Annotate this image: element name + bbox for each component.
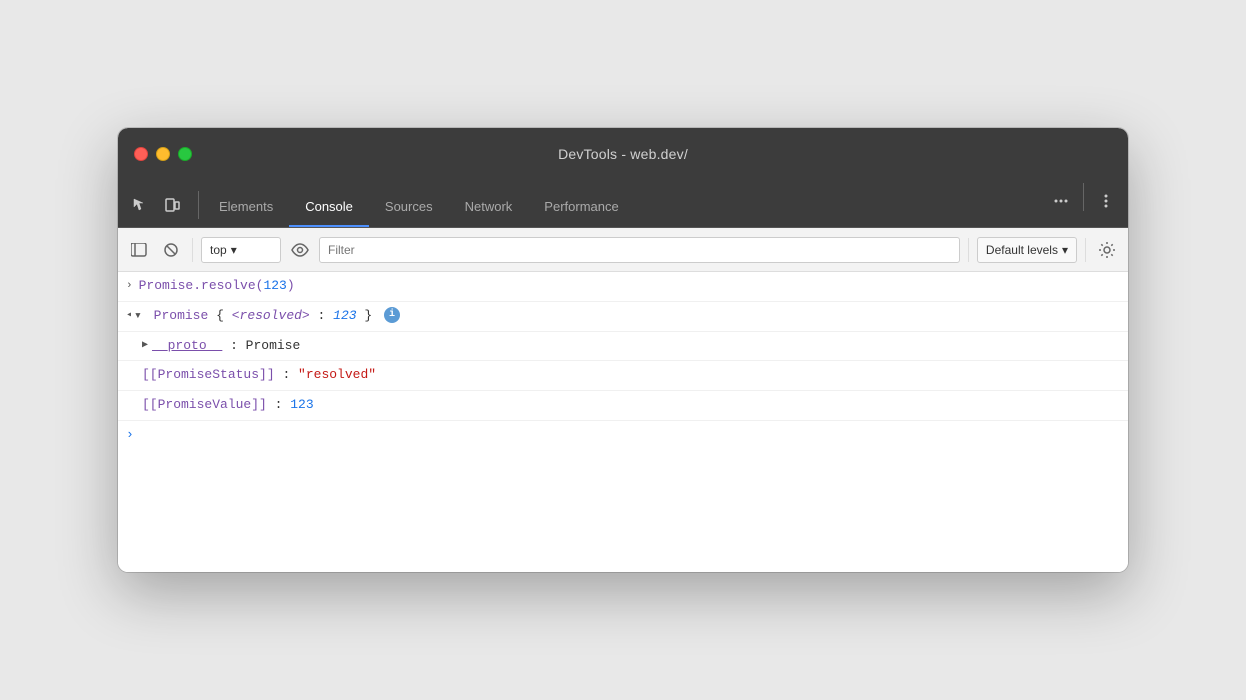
filter-input[interactable]: [319, 237, 960, 263]
tab-bar: Elements Console Sources Network Perform…: [118, 180, 1128, 228]
more-tabs-icon[interactable]: [1047, 187, 1075, 215]
tab-bar-right-divider: [1083, 183, 1084, 211]
context-selector[interactable]: top ▾: [201, 237, 281, 263]
tab-bar-divider: [198, 191, 199, 219]
console-line-call: Promise.resolve(123): [139, 276, 1120, 297]
promise-brace-close: }: [364, 308, 372, 323]
tab-console[interactable]: Console: [289, 187, 369, 227]
toolbar-separator-1: [192, 238, 193, 262]
proto-line: __proto__ : Promise: [152, 336, 1120, 357]
window-title: DevTools - web.dev/: [558, 146, 688, 162]
promise-resolve-close: ): [287, 278, 295, 293]
proto-key[interactable]: __proto__: [152, 338, 222, 353]
promise-value: 123: [333, 308, 356, 323]
promise-resolve-text: Promise.resolve(: [139, 278, 264, 293]
promise-status-val: "resolved": [298, 367, 376, 382]
inspect-element-icon[interactable]: [126, 191, 154, 219]
clear-console-button[interactable]: [158, 237, 184, 263]
back-arrow[interactable]: ◂: [126, 306, 132, 323]
promise-resolve-arg: 123: [263, 278, 286, 293]
proto-colon: : Promise: [230, 338, 300, 353]
title-bar: DevTools - web.dev/: [118, 128, 1128, 180]
console-prompt: ›: [126, 425, 134, 445]
tab-network[interactable]: Network: [449, 187, 529, 227]
tab-sources[interactable]: Sources: [369, 187, 449, 227]
tab-elements[interactable]: Elements: [203, 187, 289, 227]
sidebar-toggle-button[interactable]: [126, 237, 152, 263]
eye-icon[interactable]: [287, 237, 313, 263]
console-entry-value: [[PromiseValue]] : 123: [118, 391, 1128, 421]
console-body: › Promise.resolve(123) ◂ ▾ Promise { <re…: [118, 272, 1128, 572]
console-cursor[interactable]: [140, 425, 1120, 445]
more-options-icon[interactable]: [1092, 187, 1120, 215]
maximize-button[interactable]: [178, 147, 192, 161]
context-arrow: ▾: [231, 243, 237, 257]
console-entry-call: › Promise.resolve(123): [118, 272, 1128, 302]
promise-status-key: [[PromiseStatus]]: [142, 367, 275, 382]
promise-value-key: [[PromiseValue]]: [142, 397, 267, 412]
devtools-window: DevTools - web.dev/ Elements Consol: [118, 128, 1128, 572]
console-entry-status: [[PromiseStatus]] : "resolved": [118, 361, 1128, 391]
minimize-button[interactable]: [156, 147, 170, 161]
expand-triangle[interactable]: ▾: [134, 308, 142, 323]
entry-arrow-call[interactable]: ›: [126, 276, 133, 295]
promise-type: Promise: [154, 308, 216, 323]
levels-arrow: ▾: [1062, 243, 1068, 257]
console-entry-promise-obj: ◂ ▾ Promise { <resolved> : 123 } i: [118, 302, 1128, 332]
value-line: [[PromiseValue]] : 123: [142, 395, 1120, 416]
toolbar-separator-3: [1085, 238, 1086, 262]
log-levels-dropdown[interactable]: Default levels ▾: [977, 237, 1077, 263]
tab-bar-left-icons: [126, 191, 186, 227]
proto-expand-arrow[interactable]: ▶: [142, 336, 148, 353]
traffic-lights: [134, 147, 192, 161]
console-entry-proto: ▶ __proto__ : Promise: [118, 332, 1128, 362]
tabs-container: Elements Console Sources Network Perform…: [203, 187, 1039, 227]
promise-colon: :: [318, 308, 334, 323]
console-input-line: ›: [118, 421, 1128, 449]
close-button[interactable]: [134, 147, 148, 161]
promise-brace-open: {: [216, 308, 224, 323]
promise-key: <resolved>: [232, 308, 310, 323]
info-badge[interactable]: i: [384, 307, 400, 323]
toolbar-separator-2: [968, 238, 969, 262]
console-toolbar: top ▾ Default levels ▾: [118, 228, 1128, 272]
tab-performance[interactable]: Performance: [528, 187, 634, 227]
value-separator: :: [275, 397, 291, 412]
device-toolbar-icon[interactable]: [158, 191, 186, 219]
status-line: [[PromiseStatus]] : "resolved": [142, 365, 1120, 386]
promise-obj-line: ▾ Promise { <resolved> : 123 } i: [134, 306, 1120, 327]
status-separator: :: [282, 367, 298, 382]
promise-value-num: 123: [290, 397, 313, 412]
levels-label: Default levels: [986, 243, 1058, 257]
settings-button[interactable]: [1094, 237, 1120, 263]
tab-bar-right-icons: [1047, 183, 1120, 227]
context-value: top: [210, 243, 227, 257]
